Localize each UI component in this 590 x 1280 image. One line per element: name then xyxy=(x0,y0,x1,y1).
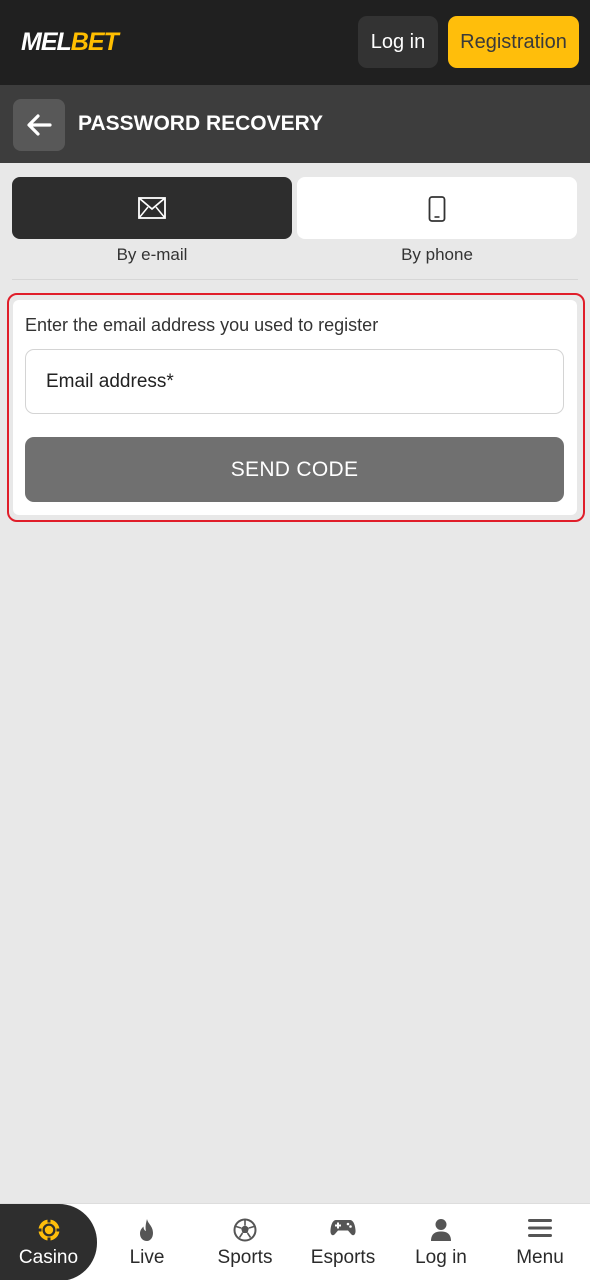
envelope-icon xyxy=(138,197,166,219)
form-hint: Enter the email address you used to regi… xyxy=(25,315,379,335)
nav-label-casino: Casino xyxy=(18,1247,79,1268)
nav-item-esports[interactable]: Esports xyxy=(294,1204,392,1280)
nav-item-menu[interactable]: Menu xyxy=(490,1204,590,1280)
soccer-ball-icon xyxy=(233,1218,257,1242)
tab-label-email: By e-mail xyxy=(116,245,188,264)
nav-item-live[interactable]: Live xyxy=(98,1204,196,1280)
nav-item-casino[interactable]: Casino xyxy=(0,1204,97,1280)
page-header: PASSWORD RECOVERY xyxy=(0,85,590,163)
nav-label-menu: Menu xyxy=(516,1247,564,1268)
back-button[interactable] xyxy=(13,99,65,151)
nav-item-login[interactable]: Log in xyxy=(392,1204,490,1280)
hamburger-menu-icon xyxy=(528,1219,552,1237)
logo-text-bet: BET xyxy=(70,28,119,56)
nav-label-sports: Sports xyxy=(217,1247,273,1268)
casino-chip-icon xyxy=(37,1218,60,1242)
melbet-logo[interactable]: MELBET xyxy=(21,27,119,57)
email-input[interactable] xyxy=(25,349,564,414)
bottom-nav: Casino Live Sports Esports Log in Menu xyxy=(0,1203,590,1280)
phone-icon xyxy=(428,196,446,222)
gamepad-icon xyxy=(330,1220,356,1236)
divider xyxy=(12,279,578,280)
tab-label-phone: By phone xyxy=(401,245,473,264)
nav-label-esports: Esports xyxy=(310,1247,376,1268)
page-title: PASSWORD RECOVERY xyxy=(78,112,324,135)
send-code-button[interactable]: SEND CODE xyxy=(25,437,564,502)
login-button[interactable]: Log in xyxy=(358,16,438,68)
nav-label-login: Log in xyxy=(415,1247,467,1268)
arrow-left-icon xyxy=(27,114,52,136)
logo-text-mel: MEL xyxy=(21,28,72,56)
app-root: MELBET Log in Registration PASSWORD RECO… xyxy=(0,0,590,1280)
tab-by-phone[interactable] xyxy=(297,177,577,239)
user-icon xyxy=(431,1219,451,1241)
flame-icon xyxy=(140,1219,153,1241)
nav-label-live: Live xyxy=(129,1247,165,1268)
nav-item-sports[interactable]: Sports xyxy=(196,1204,294,1280)
tab-by-email[interactable] xyxy=(12,177,292,239)
registration-button[interactable]: Registration xyxy=(448,16,579,68)
top-bar: MELBET Log in Registration xyxy=(0,0,590,85)
